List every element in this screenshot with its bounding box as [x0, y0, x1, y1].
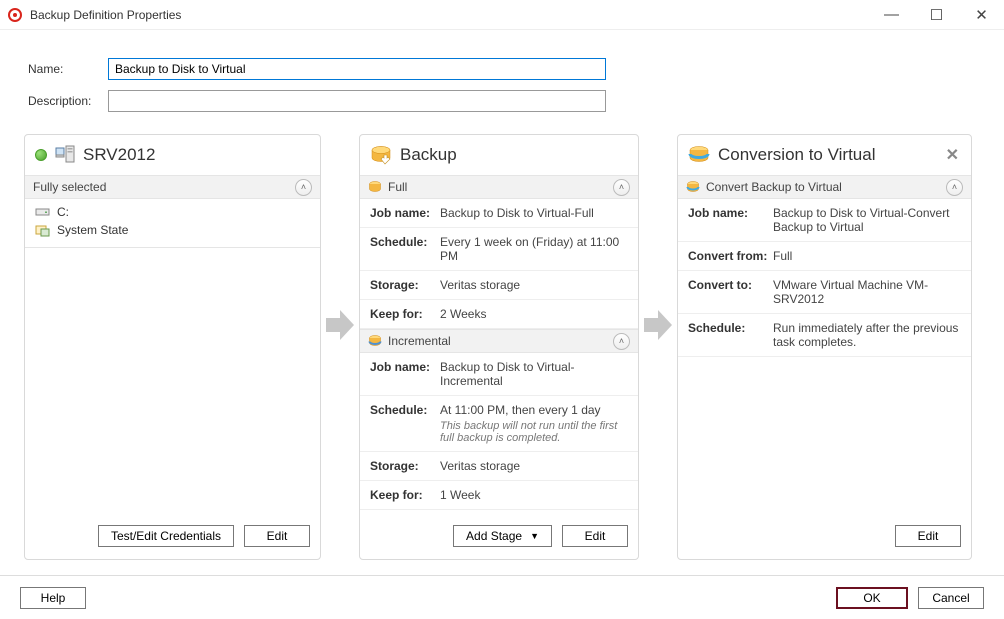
convert-section-label: Convert Backup to Virtual	[706, 180, 842, 194]
full-backup-icon	[368, 180, 382, 194]
name-label: Name:	[28, 62, 108, 76]
kv-value: At 11:00 PM, then every 1 dayThis backup…	[440, 403, 628, 444]
kv-key: Convert to:	[688, 278, 773, 292]
kv-value: VMware Virtual Machine VM-SRV2012	[773, 278, 961, 306]
description-input[interactable]	[108, 90, 606, 112]
window-title: Backup Definition Properties	[30, 8, 181, 22]
kv-key: Job name:	[370, 206, 440, 220]
conversion-icon	[688, 145, 712, 165]
form-area: Name: Description:	[0, 30, 1004, 130]
cancel-button[interactable]: Cancel	[918, 587, 984, 609]
kv-value: Full	[773, 249, 792, 263]
arrow-icon	[321, 310, 359, 340]
tree-item-label: C:	[57, 205, 69, 219]
kv-key: Schedule:	[370, 235, 440, 249]
close-icon[interactable]: ✕	[946, 145, 959, 165]
drive-icon	[35, 205, 51, 219]
tree-item[interactable]: System State	[35, 221, 310, 239]
full-section-header[interactable]: Full ˄	[360, 175, 638, 199]
server-icon	[55, 144, 77, 166]
source-header: SRV2012	[25, 135, 320, 175]
system-state-icon	[35, 223, 51, 237]
kv-row: Convert from:Full	[678, 242, 971, 271]
convert-section-icon	[686, 180, 700, 194]
kv-key: Storage:	[370, 459, 440, 473]
backup-title: Backup	[400, 145, 457, 165]
backup-edit-button[interactable]: Edit	[562, 525, 628, 547]
kv-row: Keep for:1 Week	[360, 481, 638, 510]
arrow-icon	[639, 310, 677, 340]
schedule-note: This backup will not run until the first…	[440, 420, 628, 444]
kv-row: Storage:Veritas storage	[360, 271, 638, 300]
kv-key: Convert from:	[688, 249, 773, 263]
source-section-label: Fully selected	[33, 180, 106, 194]
source-panel: SRV2012 Fully selected ˄ C: System State…	[24, 134, 321, 560]
kv-row: Job name:Backup to Disk to Virtual-Full	[360, 199, 638, 228]
app-icon	[8, 8, 22, 22]
kv-key: Schedule:	[370, 403, 440, 417]
source-tree: C: System State	[25, 199, 320, 248]
chevron-up-icon: ˄	[613, 333, 630, 350]
incremental-section-header[interactable]: Incremental ˄	[360, 329, 638, 353]
source-section-header[interactable]: Fully selected ˄	[25, 175, 320, 199]
description-label: Description:	[28, 94, 108, 108]
kv-value: Veritas storage	[440, 278, 520, 292]
incremental-backup-icon	[368, 334, 382, 348]
kv-value: 2 Weeks	[440, 307, 486, 321]
tree-item-label: System State	[57, 223, 128, 237]
kv-row: Job name:Backup to Disk to Virtual-Incre…	[360, 353, 638, 396]
conversion-header: Conversion to Virtual ✕	[678, 135, 971, 175]
titlebar: Backup Definition Properties — ☐ ✕	[0, 0, 1004, 30]
kv-key: Storage:	[370, 278, 440, 292]
backup-panel: Backup Full ˄ Job name:Backup to Disk to…	[359, 134, 639, 560]
source-edit-button[interactable]: Edit	[244, 525, 310, 547]
kv-value: 1 Week	[440, 488, 480, 502]
kv-key: Schedule:	[688, 321, 773, 335]
kv-key: Job name:	[688, 206, 773, 220]
bottom-bar: Help OK Cancel	[0, 575, 1004, 619]
close-button[interactable]: ✕	[959, 0, 1004, 30]
ok-button[interactable]: OK	[836, 587, 908, 609]
conversion-edit-button[interactable]: Edit	[895, 525, 961, 547]
kv-value: Run immediately after the previous task …	[773, 321, 961, 349]
kv-value: Backup to Disk to Virtual-Incremental	[440, 360, 628, 388]
kv-row: Schedule:At 11:00 PM, then every 1 dayTh…	[360, 396, 638, 452]
conversion-panel: Conversion to Virtual ✕ Convert Backup t…	[677, 134, 972, 560]
server-name: SRV2012	[83, 145, 155, 165]
help-button[interactable]: Help	[20, 587, 86, 609]
test-edit-credentials-button[interactable]: Test/Edit Credentials	[98, 525, 234, 547]
full-section-label: Full	[388, 180, 407, 194]
add-stage-button[interactable]: Add Stage▼	[453, 525, 552, 547]
kv-value: Backup to Disk to Virtual-Convert Backup…	[773, 206, 961, 234]
incremental-section-label: Incremental	[388, 334, 451, 348]
kv-value: Veritas storage	[440, 459, 520, 473]
kv-row: Schedule:Run immediately after the previ…	[678, 314, 971, 357]
server-status-icon	[35, 149, 47, 161]
tree-item[interactable]: C:	[35, 203, 310, 221]
backup-icon	[370, 145, 394, 165]
chevron-down-icon: ▼	[530, 531, 539, 541]
conversion-title: Conversion to Virtual	[718, 145, 876, 165]
kv-row: Job name:Backup to Disk to Virtual-Conve…	[678, 199, 971, 242]
maximize-button[interactable]: ☐	[914, 0, 959, 30]
chevron-up-icon: ˄	[295, 179, 312, 196]
chevron-up-icon: ˄	[613, 179, 630, 196]
minimize-button[interactable]: —	[869, 0, 914, 30]
kv-row: Schedule:Every 1 week on (Friday) at 11:…	[360, 228, 638, 271]
kv-key: Keep for:	[370, 488, 440, 502]
kv-key: Job name:	[370, 360, 440, 374]
kv-row: Storage:Veritas storage	[360, 452, 638, 481]
backup-header: Backup	[360, 135, 638, 175]
chevron-up-icon: ˄	[946, 179, 963, 196]
kv-value: Every 1 week on (Friday) at 11:00 PM	[440, 235, 628, 263]
kv-row: Keep for:2 Weeks	[360, 300, 638, 329]
kv-key: Keep for:	[370, 307, 440, 321]
convert-section-header[interactable]: Convert Backup to Virtual ˄	[678, 175, 971, 199]
kv-row: Convert to:VMware Virtual Machine VM-SRV…	[678, 271, 971, 314]
kv-value: Backup to Disk to Virtual-Full	[440, 206, 594, 220]
name-input[interactable]	[108, 58, 606, 80]
